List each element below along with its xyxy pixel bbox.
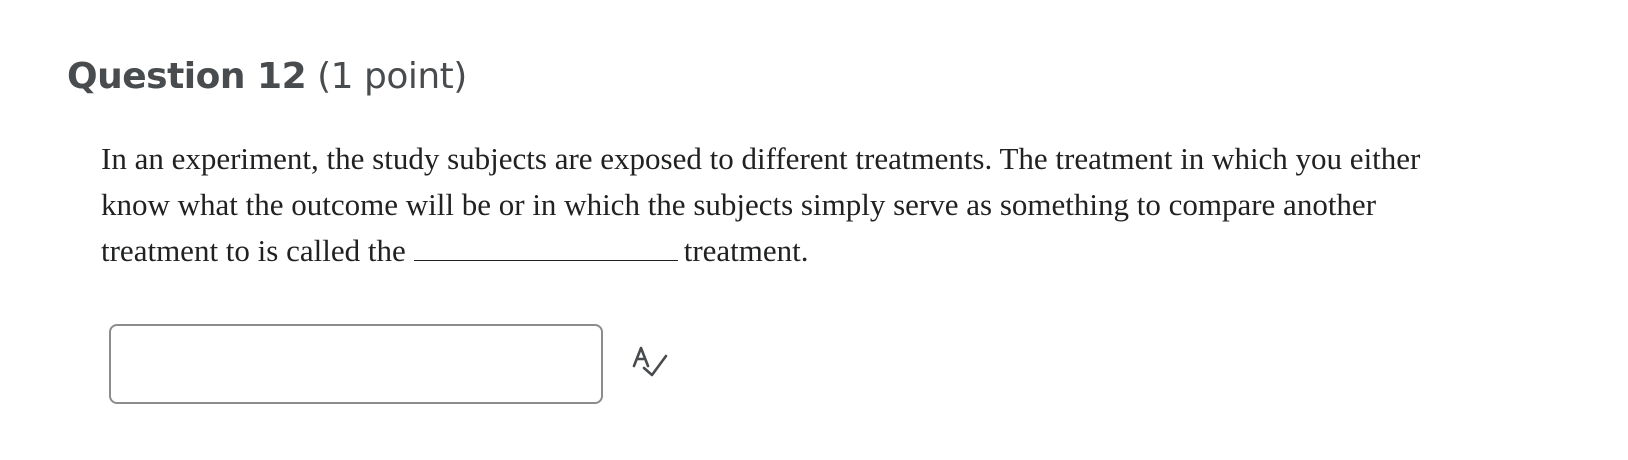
question-text-line: know what the outcome will be or in whic… bbox=[101, 182, 1611, 228]
question-text-segment: know what the outcome will be or in whic… bbox=[101, 187, 1377, 222]
question-text-line: treatment to is called the treatment. bbox=[101, 228, 1611, 274]
question-text: In an experiment, the study subjects are… bbox=[101, 136, 1611, 274]
question-text-line: In an experiment, the study subjects are… bbox=[101, 141, 1421, 176]
question-points: (1 point) bbox=[317, 56, 467, 97]
question-text-segment: treatment. bbox=[683, 233, 809, 268]
spellcheck-button[interactable] bbox=[630, 344, 676, 390]
fill-in-blank-line bbox=[413, 238, 678, 261]
question-text-segment: treatment to is called the bbox=[101, 233, 406, 268]
question-title: Question 12 bbox=[67, 56, 307, 97]
answer-input[interactable] bbox=[109, 324, 603, 404]
question-header: Question 12 (1 point) bbox=[67, 56, 467, 97]
spellcheck-icon bbox=[632, 346, 668, 377]
